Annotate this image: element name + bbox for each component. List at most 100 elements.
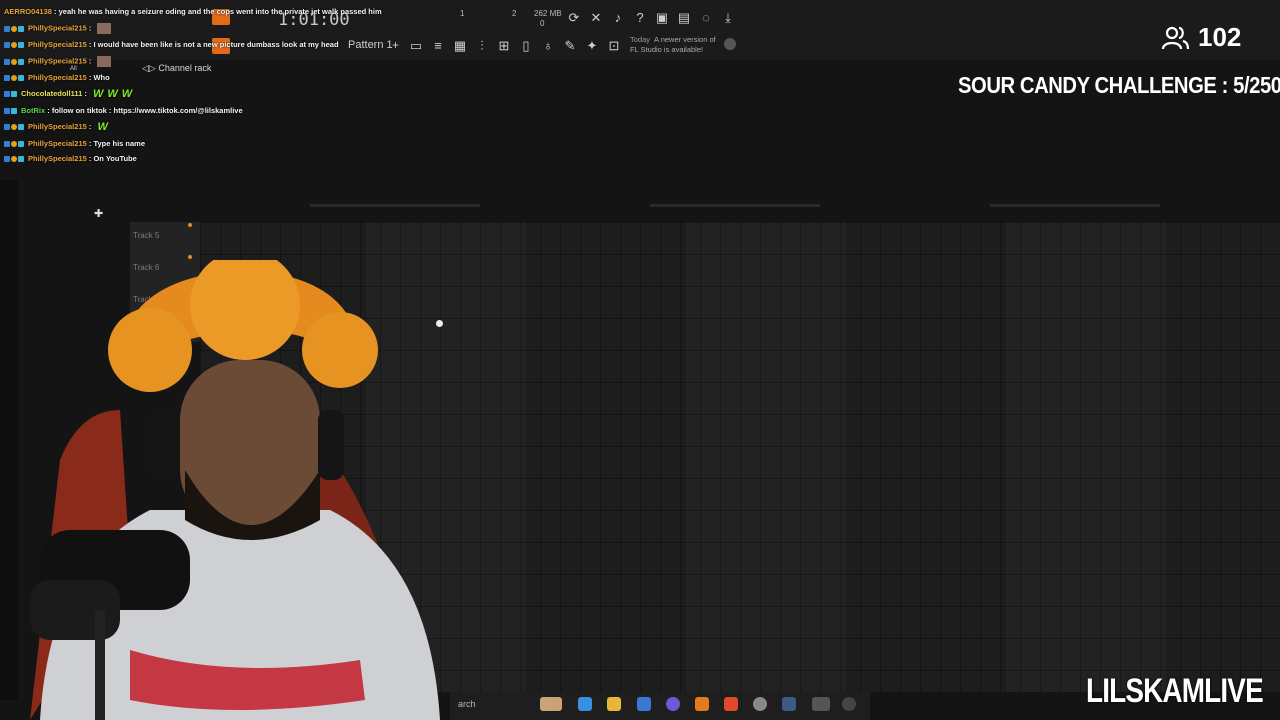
chat-badges (4, 122, 25, 131)
track-led[interactable] (188, 255, 192, 259)
chat-badges (4, 40, 25, 49)
plug-icon[interactable]: ♁ (540, 38, 556, 53)
obs-icon[interactable] (753, 697, 767, 711)
chat-badges (4, 23, 25, 32)
chat-username: PhillySpecial215 (28, 154, 87, 163)
chat-username: PhillySpecial215 (28, 139, 87, 148)
track-label[interactable]: Track 5 (133, 231, 159, 240)
challenge-banner: SOUR CANDY CHALLENGE : 5/250 (958, 72, 1280, 98)
all-filter-label: All (70, 66, 77, 72)
chat-message: PhillySpecial215 : (4, 23, 112, 34)
chat-message: BotRix : follow on tiktok : https://www.… (4, 106, 243, 115)
tool-icon[interactable]: ✎ (562, 38, 578, 54)
loop-icon[interactable]: ⟳ (566, 10, 582, 26)
crosshair-icon: ✚ (94, 208, 104, 220)
chat-username: PhillySpecial215 (28, 23, 87, 33)
chat-text: On YouTube (93, 154, 137, 163)
clipboard-icon[interactable]: ▯ (518, 38, 534, 54)
channel-rack-label: Channel rack (158, 63, 212, 73)
channel-rack-icon[interactable]: ▦ (452, 38, 468, 54)
chat-badges (4, 154, 25, 163)
chat-message: PhillySpecial215 : W (4, 121, 108, 133)
viewer-count: 102 (1160, 22, 1241, 53)
chat-text: yeah he was having a seizure oding and t… (58, 7, 382, 16)
chat-message: PhillySpecial215 : Type his name (4, 139, 145, 148)
step-counter: 2 (512, 9, 517, 18)
discord-icon[interactable] (666, 697, 680, 711)
webcam-feed (30, 260, 440, 720)
download-icon[interactable]: ⤓ (720, 10, 736, 26)
news-panel[interactable]: Today A newer version of FL Studio is ava… (630, 35, 716, 55)
timeline-scrollbar[interactable] (650, 204, 820, 207)
widgets-icon[interactable] (540, 697, 562, 711)
track-led[interactable] (188, 223, 192, 227)
cart-icon[interactable]: ⊡ (606, 38, 622, 54)
chat-badges (4, 89, 18, 98)
chat-message: PhillySpecial215 : On YouTube (4, 154, 137, 163)
playlist-icon[interactable]: ▭ (408, 38, 424, 54)
bar-counter: 1 (460, 9, 465, 18)
chat-badges (4, 106, 18, 115)
chat-username: Chocolatedoll111 (21, 88, 83, 98)
bar-band (686, 222, 846, 692)
add-pattern-button[interactable]: + (392, 38, 399, 52)
store-icon[interactable] (637, 697, 651, 711)
browser-icon[interactable]: ⊞ (496, 38, 512, 54)
chat-text: Who (93, 73, 110, 82)
timeline-scrollbar[interactable] (990, 204, 1160, 207)
copilot-icon[interactable] (578, 697, 592, 711)
app-icon[interactable] (812, 697, 830, 711)
4k-icon[interactable] (842, 697, 856, 711)
chat-text: Type his name (93, 139, 146, 148)
microphone-icon[interactable]: ♪ (610, 10, 626, 25)
windows-taskbar (450, 692, 870, 720)
brave-icon[interactable] (724, 697, 738, 711)
pattern-selector[interactable]: Pattern 1 (348, 39, 393, 51)
chat-username: BotRix (21, 106, 46, 115)
news-date: Today (630, 35, 651, 44)
chat-icon[interactable]: ◌ (698, 10, 714, 25)
memory-readout: 262 MB (534, 9, 562, 18)
mixer-icon[interactable]: ⫶ (474, 38, 490, 54)
chat-username: PhillySpecial215 (28, 121, 87, 131)
bar-band (1006, 222, 1166, 692)
chat-badges (4, 56, 25, 65)
chat-badges (4, 139, 25, 148)
taskbar-search[interactable]: arch (458, 699, 476, 709)
chat-message: AERRO04138 : yeah he was having a seizur… (4, 7, 382, 16)
viewers-icon (1161, 26, 1190, 49)
plugin-icon[interactable]: ▤ (676, 10, 692, 26)
chat-message: PhillySpecial215 : (4, 56, 112, 67)
chat-text: follow on tiktok : https://www.tiktok.co… (51, 106, 243, 115)
streamer-brand: LILSKAMLIVE (1086, 672, 1264, 710)
save-icon[interactable]: ▣ (654, 10, 670, 26)
w-emote: W (97, 121, 108, 133)
globe-icon[interactable] (724, 38, 736, 50)
chat-username: PhillySpecial215 (28, 56, 87, 66)
piano-roll-icon[interactable]: ≡ (430, 38, 446, 53)
fl-studio-icon[interactable] (695, 697, 709, 711)
w-emote: W (107, 88, 118, 100)
chat-message: PhillySpecial215 : Who (4, 73, 110, 82)
chat-image-emote (97, 23, 112, 34)
memory-sub-readout: 0 (540, 19, 545, 28)
chat-message: Chocolatedoll111 : WWW (4, 88, 132, 100)
chat-image-emote (97, 56, 112, 67)
chat-username: PhillySpecial215 (28, 73, 87, 82)
w-emote: W (92, 88, 104, 100)
steam-icon[interactable] (782, 697, 796, 711)
channel-rack-title[interactable]: ◁▷ Channel rack (142, 63, 211, 74)
chat-badges (4, 73, 25, 82)
metronome-icon[interactable]: ✕ (588, 10, 604, 26)
timeline-scrollbar[interactable] (310, 204, 480, 207)
help-icon[interactable]: ? (632, 10, 648, 25)
chat-text: I would have been like is not a new pict… (93, 40, 339, 49)
chat-username: PhillySpecial215 (28, 40, 87, 49)
file-explorer-icon[interactable] (607, 697, 621, 711)
news-line-2: FL Studio is available! (630, 45, 704, 54)
viewer-count-value: 102 (1198, 22, 1242, 52)
w-emote: W (121, 88, 133, 100)
chat-message: PhillySpecial215 : I would have been lik… (4, 40, 339, 49)
news-line-1: A newer version of (654, 35, 716, 44)
brush-icon[interactable]: ✦ (584, 38, 600, 54)
